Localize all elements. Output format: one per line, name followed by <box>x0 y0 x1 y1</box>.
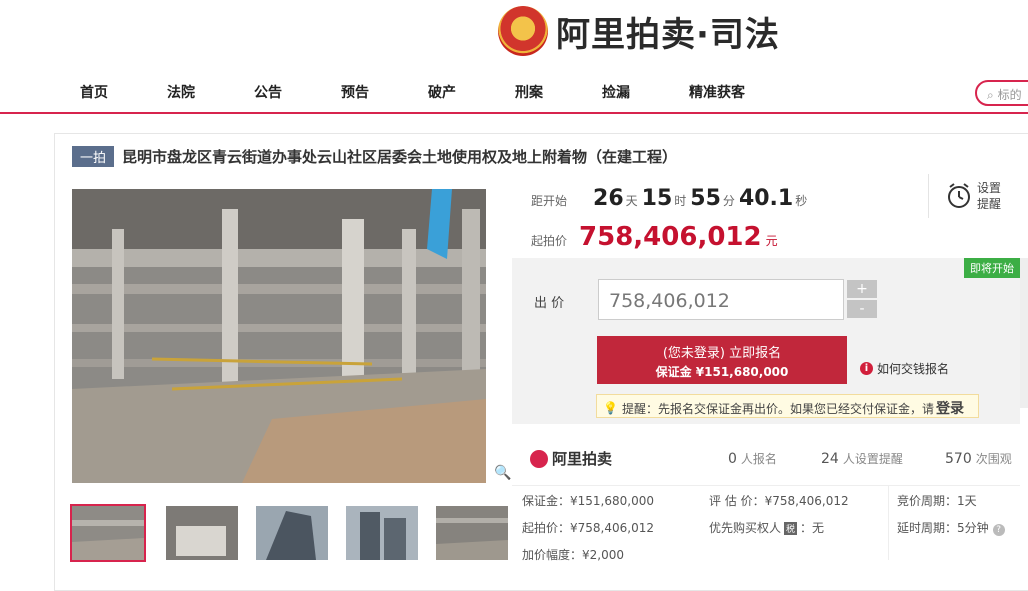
main-photo[interactable] <box>72 189 486 483</box>
bid-box: 即将开始 出 价 758,406,012 + - (您未登录) 立即报名 保证金… <box>512 258 1020 424</box>
lot-title-row: 一拍 昆明市盘龙区青云街道办事处云山社区居委会土地使用权及地上附着物（在建工程） <box>72 146 677 167</box>
start-price-value: 758,406,012 <box>579 222 762 252</box>
zoom-icon[interactable]: 🔍 <box>494 465 511 481</box>
view-count-label: 次围观 <box>975 452 1012 466</box>
countdown-days: 26 <box>593 186 624 211</box>
construction-photo <box>72 189 486 483</box>
detail-increment: 加价幅度：¥2,000 <box>522 548 624 562</box>
hours-unit: 时 <box>674 194 687 208</box>
main-nav: 首页 法院 公告 预告 破产 刑案 捡漏 精准获客 ⌕ 标的 <box>0 76 1028 114</box>
thumbnail-1[interactable] <box>70 504 146 562</box>
seconds-unit: 秒 <box>795 194 808 208</box>
delay-text: 延时周期：5分钟 <box>897 521 989 535</box>
signup-line2: 保证金 ¥151,680,000 <box>655 365 789 379</box>
view-count: 570 次围观 <box>945 450 1012 467</box>
login-link[interactable]: 登录 <box>936 398 964 418</box>
detail-cycle: 竞价周期：1天 <box>897 494 977 508</box>
thumbnail-3[interactable] <box>256 506 328 560</box>
ali-auction-logo-icon <box>530 449 548 468</box>
countdown-label: 距开始 <box>531 194 568 208</box>
site-logo[interactable]: 阿里拍卖·司法 <box>498 4 780 58</box>
view-count-value: 570 <box>945 451 972 467</box>
lightbulb-icon: 💡 <box>603 401 618 415</box>
thumbnail-photo <box>256 506 328 560</box>
signup-button[interactable]: (您未登录) 立即报名 保证金 ¥151,680,000 <box>597 336 847 384</box>
thumbnail-4[interactable] <box>346 506 418 560</box>
detail-delay: 延时周期：5分钟? <box>897 519 1005 536</box>
reminder-count-label: 人设置提醒 <box>842 452 903 466</box>
start-price-unit: 元 <box>765 234 778 248</box>
reminder-count-value: 24 <box>821 451 839 467</box>
reminder-line1: 设置 <box>977 181 1002 195</box>
start-price-label: 起拍价 <box>531 234 568 248</box>
nav-item-bargain[interactable]: 捡漏 <box>602 82 630 102</box>
detail-appraisal: 评 估 价：¥758,406,012 <box>709 494 849 508</box>
tax-badge: 税 <box>784 522 798 535</box>
thumbnail-photo <box>346 506 418 560</box>
countdown-hours: 15 <box>641 186 673 211</box>
round-badge: 一拍 <box>72 146 115 167</box>
court-emblem-icon <box>498 6 548 56</box>
signup-count: 0 人报名 <box>728 450 777 467</box>
increase-bid-button[interactable]: + <box>847 280 877 298</box>
nav-item-notice[interactable]: 公告 <box>254 82 282 102</box>
alarm-clock-icon <box>948 183 970 208</box>
thumbnail-photo <box>72 506 144 560</box>
nav-item-criminal[interactable]: 刑案 <box>515 82 543 102</box>
detail-priority: 优先购买权人税：无 <box>709 519 824 536</box>
priority-label: 优先购买权人 <box>709 521 782 535</box>
start-price-row: 起拍价 758,406,012 元 <box>531 222 778 252</box>
thumbnail-photo <box>436 506 508 560</box>
tip-text: 提醒：先报名交保证金再出价。如果您已经交付保证金，请 <box>621 401 934 416</box>
logo-text: 阿里拍卖·司法 <box>556 14 780 55</box>
countdown-seconds: 40.1 <box>738 186 794 211</box>
signup-count-value: 0 <box>728 451 737 467</box>
side-scrollbar[interactable] <box>1020 258 1028 408</box>
nav-item-home[interactable]: 首页 <box>80 82 108 102</box>
decrease-bid-button[interactable]: - <box>847 300 877 318</box>
how-to-pay-text: 如何交钱报名 <box>877 362 950 376</box>
nav-item-bankruptcy[interactable]: 破产 <box>428 82 456 102</box>
nav-item-court[interactable]: 法院 <box>167 82 195 102</box>
thumbnail-2[interactable] <box>166 506 238 560</box>
help-icon[interactable]: ? <box>992 524 1005 536</box>
bid-label: 出 价 <box>534 296 565 311</box>
info-icon: i <box>860 362 873 375</box>
search-icon: ⌕ <box>987 88 994 102</box>
details-divider <box>888 485 889 560</box>
ali-auction-brand: 阿里拍卖 <box>530 448 612 469</box>
signup-count-label: 人报名 <box>740 452 777 466</box>
site-header: 阿里拍卖·司法 <box>0 0 1028 70</box>
nav-item-preview[interactable]: 预告 <box>341 82 369 102</box>
starting-soon-badge: 即将开始 <box>964 258 1020 278</box>
thumbnail-photo <box>166 506 238 560</box>
days-unit: 天 <box>625 194 638 208</box>
reminder-line2: 提醒 <box>977 197 1002 211</box>
lot-title: 昆明市盘龙区青云街道办事处云山社区居委会土地使用权及地上附着物（在建工程） <box>122 148 678 166</box>
countdown: 距开始 26 天 15 时 55 分 40.1 秒 <box>531 186 811 211</box>
bid-amount-input[interactable]: 758,406,012 <box>598 279 844 320</box>
detail-deposit: 保证金：¥151,680,000 <box>522 494 654 508</box>
stats-bar: 阿里拍卖 0 人报名 24 人设置提醒 570 次围观 <box>512 430 1020 486</box>
brand-text: 阿里拍卖 <box>552 450 613 468</box>
search-input[interactable]: ⌕ 标的 <box>975 80 1028 106</box>
priority-value: ：无 <box>800 521 825 535</box>
reminder-count: 24 人设置提醒 <box>821 450 903 467</box>
set-reminder-button[interactable]: 设置 提醒 <box>928 174 1008 218</box>
minutes-unit: 分 <box>722 194 735 208</box>
countdown-minutes: 55 <box>690 186 721 211</box>
detail-start-price: 起拍价：¥758,406,012 <box>522 521 654 535</box>
how-to-pay-link[interactable]: i 如何交钱报名 <box>860 360 949 377</box>
search-placeholder: 标的 <box>997 88 1022 102</box>
thumbnail-5[interactable] <box>436 506 508 560</box>
signup-line1: (您未登录) 立即报名 <box>662 346 782 361</box>
nav-item-precision[interactable]: 精准获客 <box>689 82 745 102</box>
login-tip: 💡 提醒：先报名交保证金再出价。如果您已经交付保证金，请 登录 <box>596 394 979 418</box>
